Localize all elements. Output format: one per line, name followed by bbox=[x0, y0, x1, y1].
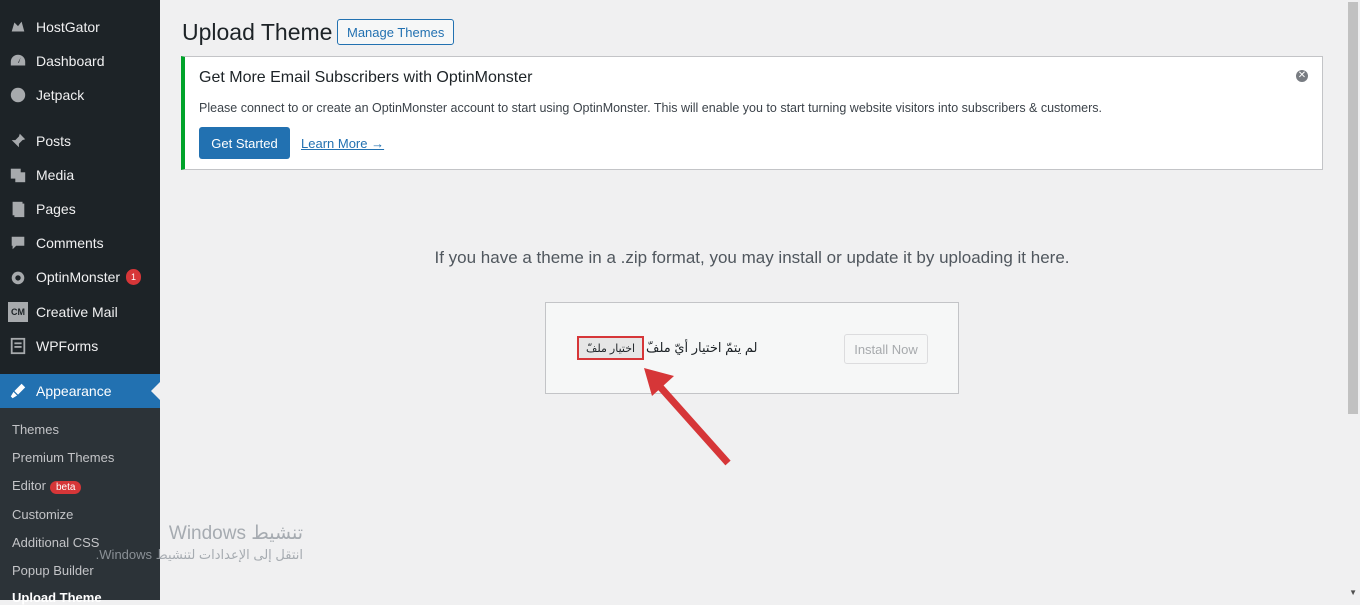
annotation-arrow-icon bbox=[644, 368, 731, 466]
creative-mail-icon: CM bbox=[8, 302, 28, 322]
menu-item-dashboard[interactable]: Dashboard bbox=[0, 44, 160, 78]
menu-item-comments[interactable]: Comments bbox=[0, 226, 160, 260]
appearance-submenu: Themes Premium Themes Editor beta Customi… bbox=[0, 408, 160, 605]
menu-label: Pages bbox=[36, 201, 76, 217]
brush-icon bbox=[8, 381, 28, 401]
upload-form: اختيار ملفّ لم يتمّ اختيار أيّ ملفّ Inst… bbox=[545, 302, 959, 394]
menu-item-creative-mail[interactable]: CM Creative Mail bbox=[0, 295, 160, 329]
menu-label: Comments bbox=[36, 235, 104, 251]
menu-item-jetpack[interactable]: Jetpack bbox=[0, 78, 160, 112]
submenu-item-upload-theme[interactable]: Upload Theme bbox=[12, 590, 102, 605]
jetpack-icon bbox=[8, 85, 28, 105]
notification-badge: 1 bbox=[126, 269, 142, 285]
menu-label: HostGator bbox=[36, 19, 100, 35]
submenu-item-customize[interactable]: Customize bbox=[12, 507, 73, 522]
menu-item-hostgator[interactable]: HostGator bbox=[0, 10, 160, 44]
file-status-text: لم يتمّ اختيار أيّ ملفّ bbox=[646, 340, 758, 355]
pin-icon bbox=[8, 131, 28, 151]
pages-icon bbox=[8, 199, 28, 219]
dashboard-icon bbox=[8, 51, 28, 71]
upload-instructions: If you have a theme in a .zip format, yo… bbox=[434, 248, 1070, 267]
beta-badge: beta bbox=[49, 481, 82, 494]
menu-label: Creative Mail bbox=[36, 304, 118, 320]
menu-label: OptinMonster bbox=[36, 269, 121, 285]
scroll-down-icon[interactable]: ▼ bbox=[1349, 588, 1357, 597]
choose-file-button[interactable]: اختيار ملفّ bbox=[577, 336, 644, 360]
learn-more-link[interactable]: Learn More → bbox=[301, 136, 384, 151]
menu-label: WPForms bbox=[36, 338, 99, 354]
windows-activation-watermark: تنشيط Windows انتقل إلى الإعدادات لتنشيط… bbox=[60, 522, 303, 563]
hostgator-icon bbox=[8, 17, 28, 37]
menu-item-pages[interactable]: Pages bbox=[0, 192, 160, 226]
menu-label: Dashboard bbox=[36, 53, 105, 69]
menu-label: Posts bbox=[36, 133, 72, 149]
watermark-title: تنشيط Windows bbox=[168, 523, 303, 544]
wpforms-icon bbox=[8, 336, 28, 356]
menu-item-appearance[interactable]: Appearance bbox=[0, 374, 160, 408]
dismiss-icon[interactable]: ✕ bbox=[1296, 70, 1308, 82]
menu-item-media[interactable]: Media bbox=[0, 158, 160, 192]
menu-item-optinmonster[interactable]: OptinMonster 1 bbox=[0, 260, 160, 294]
menu-item-posts[interactable]: Posts bbox=[0, 124, 160, 158]
optinmonster-icon bbox=[8, 267, 28, 287]
optinmonster-notice: Get More Email Subscribers with OptinMon… bbox=[181, 56, 1323, 170]
watermark-subtitle: انتقل إلى الإعدادات لتنشيط Windows. bbox=[95, 547, 303, 562]
page-title: Upload Theme bbox=[182, 19, 333, 45]
menu-label: Appearance bbox=[36, 383, 112, 399]
page-scrollbar[interactable]: ▼ bbox=[1346, 0, 1360, 600]
admin-sidebar: HostGator Dashboard Jetpack Posts Media … bbox=[0, 0, 160, 605]
menu-label: Media bbox=[36, 167, 75, 183]
submenu-item-themes[interactable]: Themes bbox=[12, 422, 59, 437]
media-icon bbox=[8, 165, 28, 185]
menu-item-wpforms[interactable]: WPForms bbox=[0, 329, 160, 363]
notice-title: Get More Email Subscribers with OptinMon… bbox=[199, 69, 533, 86]
scroll-thumb[interactable] bbox=[1348, 2, 1358, 414]
submenu-item-premium-themes[interactable]: Premium Themes bbox=[12, 450, 114, 465]
submenu-item-popup-builder[interactable]: Popup Builder bbox=[12, 563, 94, 578]
submenu-label: Editor bbox=[12, 478, 46, 493]
get-started-button[interactable]: Get Started bbox=[199, 127, 290, 159]
manage-themes-button[interactable]: Manage Themes bbox=[337, 19, 455, 45]
comments-icon bbox=[8, 233, 28, 253]
submenu-item-editor[interactable]: Editor beta bbox=[12, 478, 82, 494]
notice-text: Please connect to or create an OptinMons… bbox=[199, 101, 1102, 115]
install-now-button[interactable]: Install Now bbox=[844, 334, 928, 364]
menu-label: Jetpack bbox=[36, 87, 85, 103]
active-indicator bbox=[151, 382, 160, 400]
